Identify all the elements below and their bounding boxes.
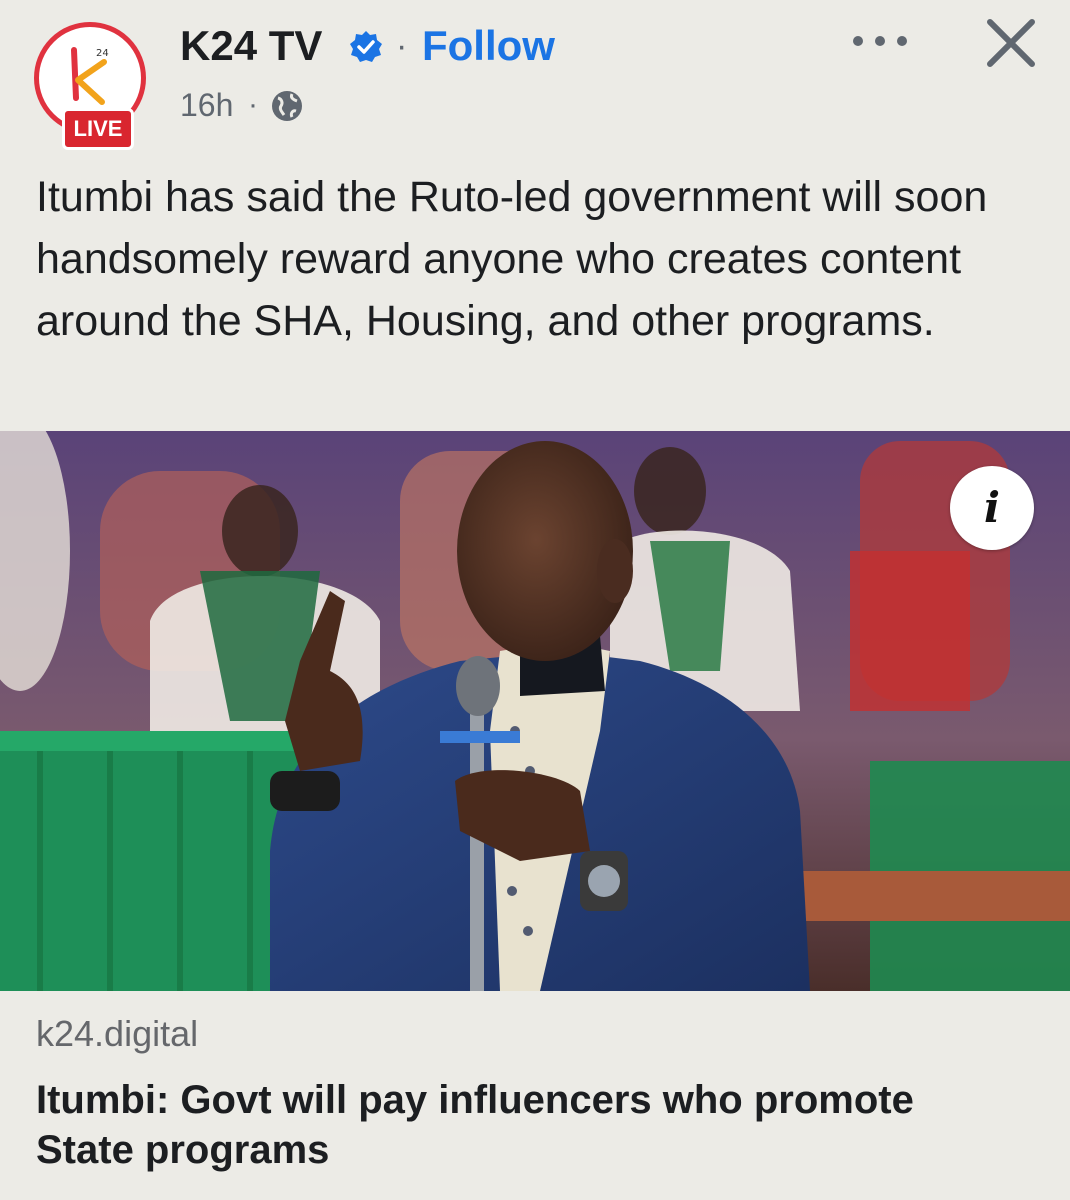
timestamp-separator: · xyxy=(248,88,258,121)
verified-badge-icon xyxy=(350,31,382,62)
close-icon[interactable] xyxy=(982,14,1040,72)
follow-button[interactable]: Follow xyxy=(422,20,555,72)
post-caption: Itumbi has said the Ruto-led government … xyxy=(36,173,988,345)
link-domain: k24.digital xyxy=(36,1013,199,1054)
post-photo[interactable] xyxy=(0,431,1070,991)
live-badge: LIVE xyxy=(62,108,134,150)
name-separator: · xyxy=(396,27,408,65)
globe-icon xyxy=(272,91,302,121)
info-button[interactable]: i xyxy=(950,466,1034,550)
page-avatar[interactable]: 24 LIVE xyxy=(34,22,158,150)
link-preview-card[interactable]: k24.digital Itumbi: Govt will pay influe… xyxy=(0,991,1070,1200)
post-timestamp[interactable]: 16h xyxy=(180,84,233,126)
link-title: Itumbi: Govt will pay influencers who pr… xyxy=(36,1078,914,1172)
svg-text:24: 24 xyxy=(96,48,109,59)
k24-logo-icon: 24 xyxy=(71,47,109,105)
info-icon: i xyxy=(984,483,1000,532)
post-header: 24 LIVE K24 TV · Follow 16h · xyxy=(0,0,1070,160)
more-options-icon[interactable] xyxy=(850,24,910,58)
page-name[interactable]: K24 TV xyxy=(180,20,322,72)
